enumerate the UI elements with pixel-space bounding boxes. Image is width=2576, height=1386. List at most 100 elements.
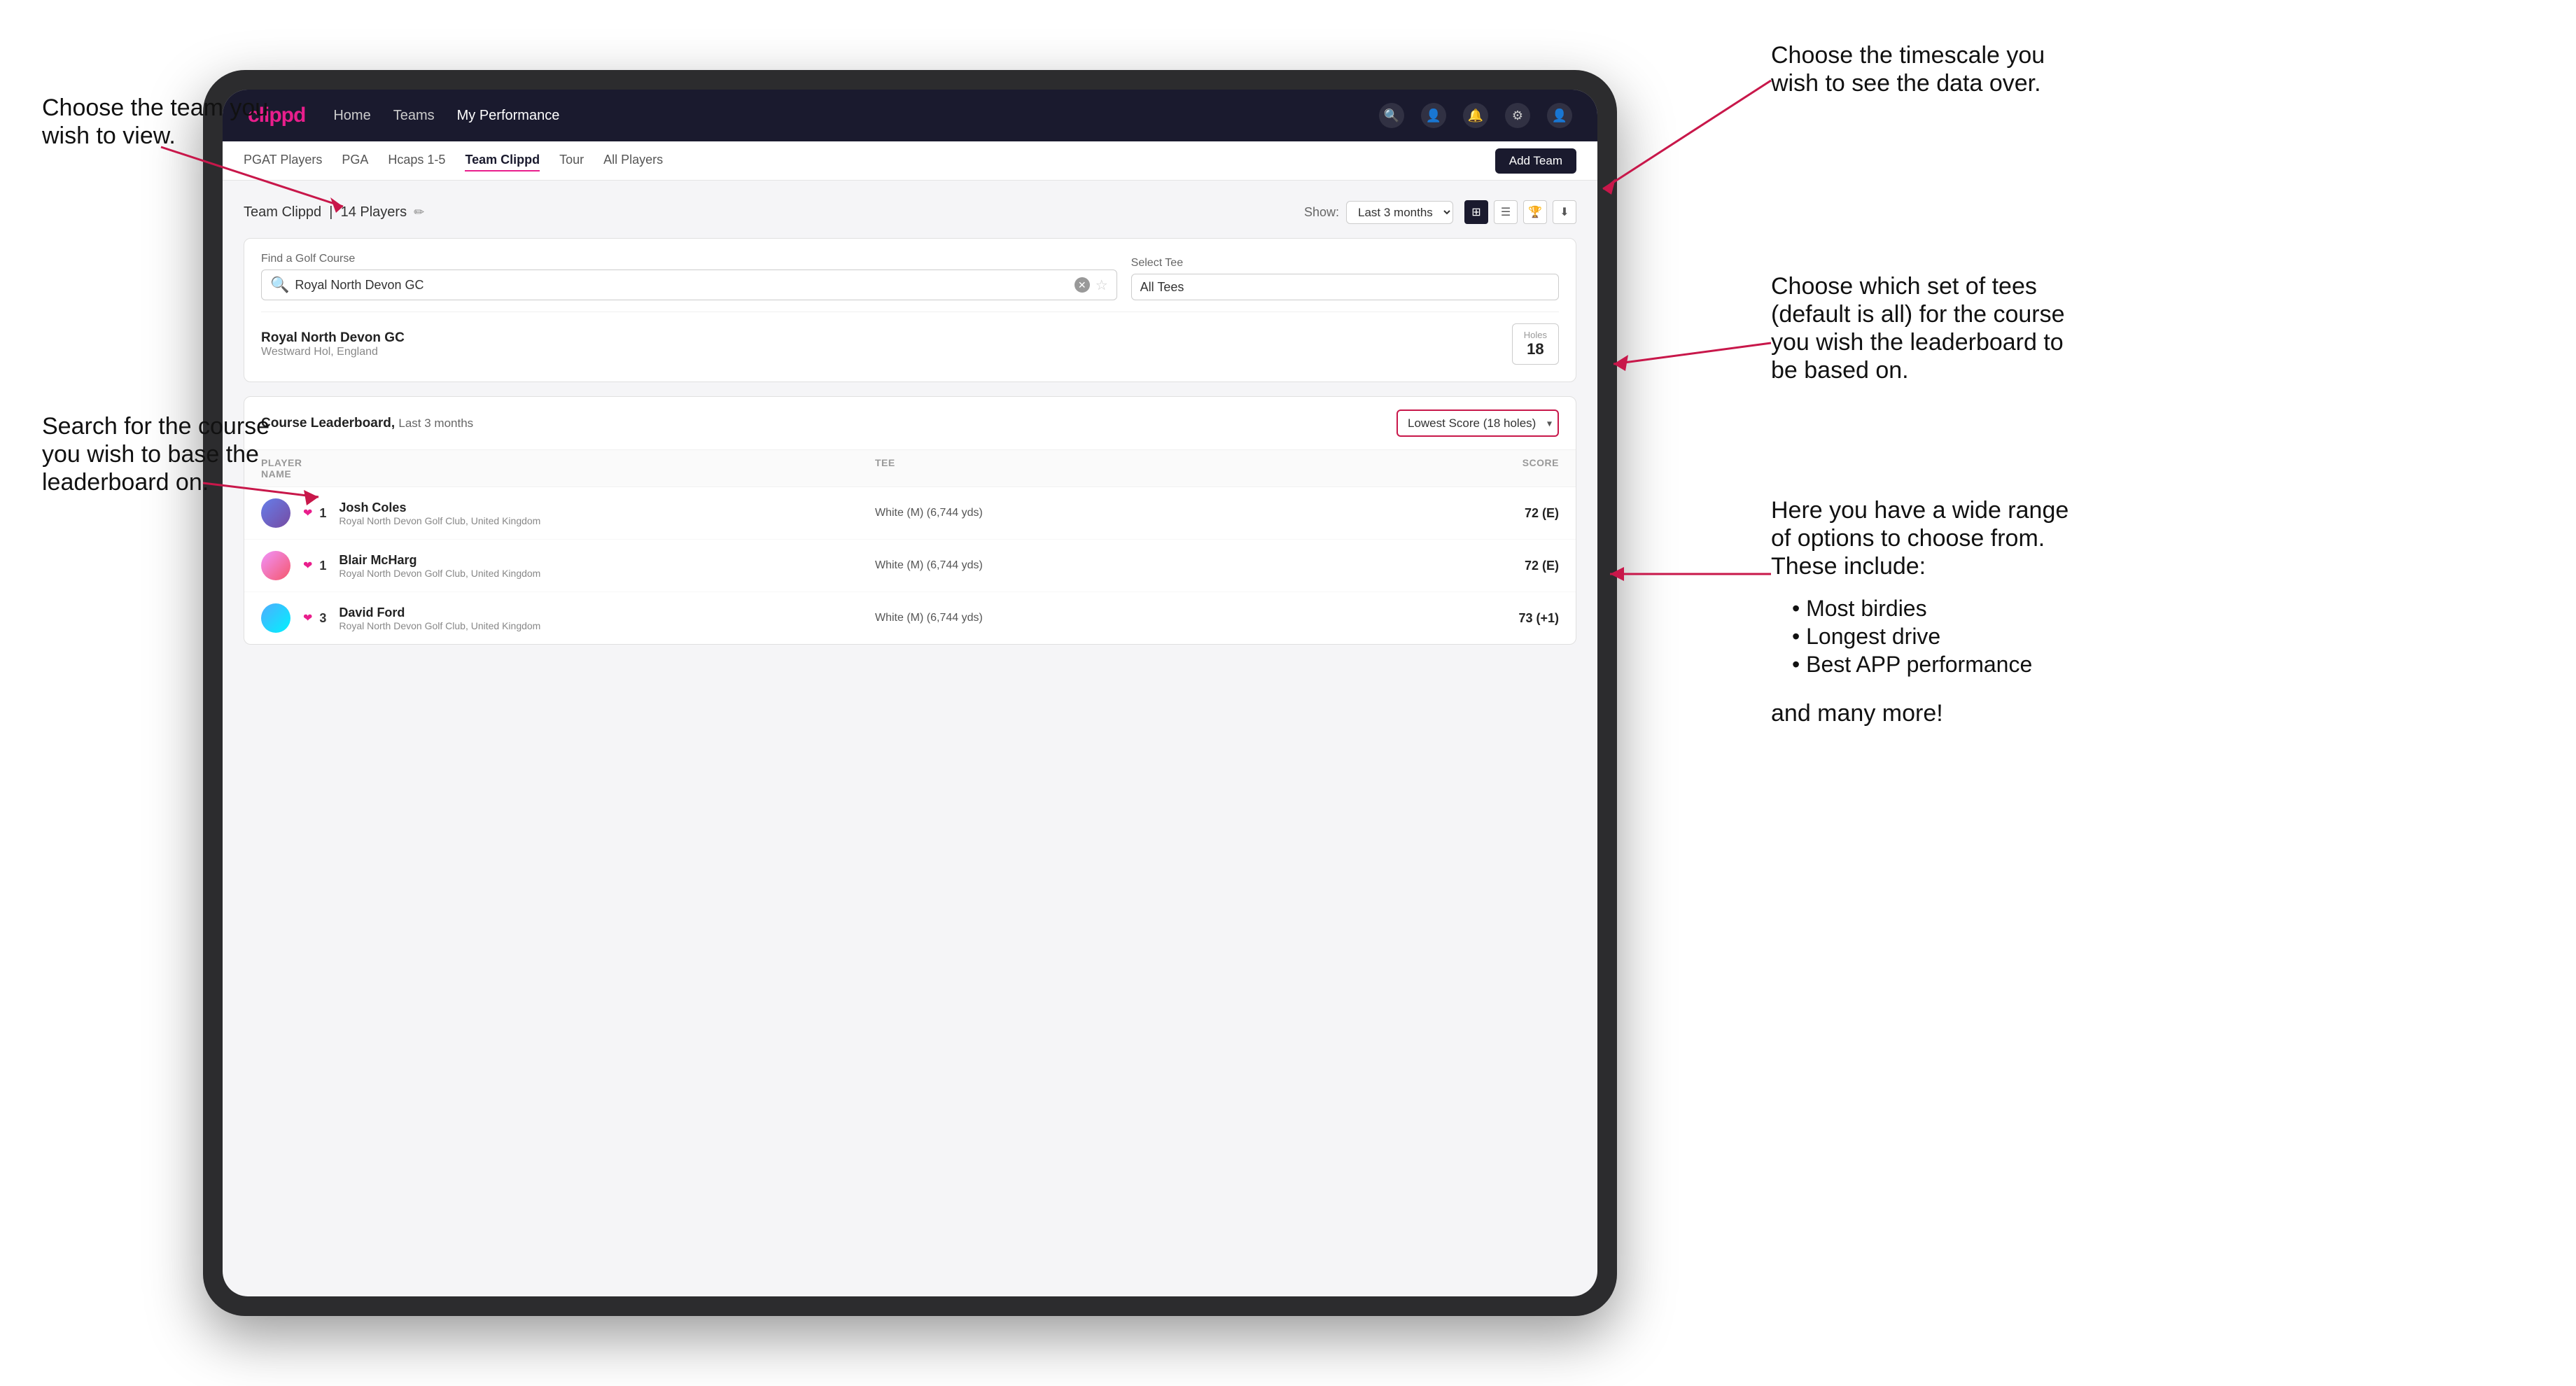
svg-text:of options to choose from.: of options to choose from. xyxy=(1771,525,2045,552)
rank-number-1: 1 xyxy=(319,506,326,521)
player-details-1: Josh Coles Royal North Devon Golf Club, … xyxy=(339,500,540,526)
table-row: ❤ 3 David Ford Royal North Devon Golf Cl… xyxy=(244,592,1576,644)
tee-col: Select Tee All Tees White (M) Yellow (M)… xyxy=(1131,257,1559,300)
player-rank-3 xyxy=(261,603,303,633)
score-type-select[interactable]: Lowest Score (18 holes) Most Birdies Lon… xyxy=(1396,410,1559,437)
ipad-frame: clippd Home Teams My Performance 🔍 👤 🔔 ⚙… xyxy=(203,70,1617,1316)
app-logo: clippd xyxy=(248,104,305,127)
find-course-label: Find a Golf Course xyxy=(261,253,1117,265)
app-container: clippd Home Teams My Performance 🔍 👤 🔔 ⚙… xyxy=(223,90,1597,1296)
team-title: Team Clippd | 14 Players xyxy=(244,204,407,220)
player-name-3: David Ford xyxy=(339,606,540,620)
show-period-select[interactable]: Last 3 months xyxy=(1346,201,1453,224)
svg-text:leaderboard on.: leaderboard on. xyxy=(42,469,209,496)
player-details-3: David Ford Royal North Devon Golf Club, … xyxy=(339,606,540,631)
search-icon[interactable]: 🔍 xyxy=(1379,103,1404,128)
holes-number: 18 xyxy=(1524,340,1547,358)
player-club-1: Royal North Devon Golf Club, United King… xyxy=(339,515,540,526)
player-heart-2: ❤ xyxy=(303,559,312,573)
subnav-pgat[interactable]: PGAT Players xyxy=(244,150,322,172)
subnav-pga[interactable]: PGA xyxy=(342,150,368,172)
rank-number-3: 3 xyxy=(319,611,326,626)
subnav-tour[interactable]: Tour xyxy=(559,150,584,172)
player-heart-3: ❤ xyxy=(303,611,312,625)
svg-text:and many more!: and many more! xyxy=(1771,700,1943,727)
rank-number-2: 1 xyxy=(319,559,326,573)
leaderboard-header: Course Leaderboard, Last 3 months Lowest… xyxy=(244,397,1576,450)
player-name-2: Blair McHarg xyxy=(339,553,540,568)
col-score: SCORE xyxy=(1447,457,1559,479)
main-content: Team Clippd | 14 Players ✏ Show: Last 3 … xyxy=(223,181,1597,1296)
holes-box: Holes 18 xyxy=(1512,323,1559,365)
avatar-3 xyxy=(261,603,290,633)
course-search-input[interactable] xyxy=(295,278,1068,293)
ipad-screen: clippd Home Teams My Performance 🔍 👤 🔔 ⚙… xyxy=(223,90,1597,1296)
find-course-col: Find a Golf Course 🔍 ✕ ☆ xyxy=(261,253,1117,300)
player-rank-1 xyxy=(261,498,303,528)
add-team-button[interactable]: Add Team xyxy=(1495,148,1576,174)
score-2: 72 (E) xyxy=(1447,559,1559,573)
player-name-1: Josh Coles xyxy=(339,500,540,515)
subnav-all-players[interactable]: All Players xyxy=(603,150,663,172)
view-icons: ⊞ ☰ 🏆 ⬇ xyxy=(1464,200,1576,224)
col-tee: TEE xyxy=(875,457,1447,479)
tee-select[interactable]: All Tees White (M) Yellow (M) Red (F) xyxy=(1131,274,1559,300)
score-3: 73 (+1) xyxy=(1447,611,1559,626)
score-1: 72 (E) xyxy=(1447,506,1559,521)
course-info: Royal North Devon GC Westward Hol, Engla… xyxy=(261,330,1512,358)
edit-icon[interactable]: ✏ xyxy=(414,205,424,220)
leaderboard-columns: PLAYER NAME TEE SCORE xyxy=(244,450,1576,487)
search-clear-button[interactable]: ✕ xyxy=(1074,277,1090,293)
tee-info-3: White (M) (6,744 yds) xyxy=(875,612,1447,624)
col-player-name-2 xyxy=(303,457,875,479)
svg-text:be based on.: be based on. xyxy=(1771,357,1909,384)
settings-icon[interactable]: ⚙ xyxy=(1505,103,1530,128)
svg-text:These include:: These include: xyxy=(1771,553,1926,580)
search-icon-inner: 🔍 xyxy=(270,276,289,294)
list-view-icon[interactable]: ☰ xyxy=(1494,200,1518,224)
svg-text:you wish the leaderboard to: you wish the leaderboard to xyxy=(1771,329,2064,356)
svg-text:Choose the timescale you: Choose the timescale you xyxy=(1771,42,2045,69)
nav-teams[interactable]: Teams xyxy=(393,108,435,124)
player-club-2: Royal North Devon Golf Club, United King… xyxy=(339,568,540,579)
top-nav: clippd Home Teams My Performance 🔍 👤 🔔 ⚙… xyxy=(223,90,1597,141)
avatar-1 xyxy=(261,498,290,528)
svg-text:wish to see the data over.: wish to see the data over. xyxy=(1770,70,2041,97)
player-rank-2 xyxy=(261,551,303,580)
course-location: Westward Hol, England xyxy=(261,346,1512,358)
search-row: Find a Golf Course 🔍 ✕ ☆ Select Tee xyxy=(261,253,1559,300)
svg-text:Here you have a wide range: Here you have a wide range xyxy=(1771,497,2068,524)
player-info-3: ❤ 3 David Ford Royal North Devon Golf Cl… xyxy=(303,606,875,631)
course-name: Royal North Devon GC xyxy=(261,330,1512,346)
subnav-hcaps[interactable]: Hcaps 1-5 xyxy=(388,150,445,172)
table-row: ❤ 1 Blair McHarg Royal North Devon Golf … xyxy=(244,540,1576,592)
avatar-icon[interactable]: 👤 xyxy=(1547,103,1572,128)
download-icon[interactable]: ⬇ xyxy=(1553,200,1576,224)
score-select-wrap: Lowest Score (18 holes) Most Birdies Lon… xyxy=(1396,410,1559,437)
notification-icon[interactable]: 🔔 xyxy=(1463,103,1488,128)
player-heart-1: ❤ xyxy=(303,506,312,520)
svg-text:• Longest drive: • Longest drive xyxy=(1792,624,1940,649)
search-star-icon[interactable]: ☆ xyxy=(1096,276,1108,294)
tee-info-2: White (M) (6,744 yds) xyxy=(875,559,1447,572)
table-row: ❤ 1 Josh Coles Royal North Devon Golf Cl… xyxy=(244,487,1576,540)
leaderboard-section: Course Leaderboard, Last 3 months Lowest… xyxy=(244,396,1576,645)
nav-icons: 🔍 👤 🔔 ⚙ 👤 xyxy=(1379,103,1572,128)
sub-nav: PGAT Players PGA Hcaps 1-5 Team Clippd T… xyxy=(223,141,1597,181)
svg-text:• Most birdies: • Most birdies xyxy=(1792,596,1927,621)
search-section: Find a Golf Course 🔍 ✕ ☆ Select Tee xyxy=(244,238,1576,382)
tee-info-1: White (M) (6,744 yds) xyxy=(875,507,1447,519)
user-icon[interactable]: 👤 xyxy=(1421,103,1446,128)
svg-text:wish to view.: wish to view. xyxy=(41,122,176,149)
holes-label: Holes xyxy=(1524,330,1547,340)
course-result: Royal North Devon GC Westward Hol, Engla… xyxy=(261,312,1559,368)
player-info-1: ❤ 1 Josh Coles Royal North Devon Golf Cl… xyxy=(303,500,875,526)
player-info-2: ❤ 1 Blair McHarg Royal North Devon Golf … xyxy=(303,553,875,579)
grid-view-icon[interactable]: ⊞ xyxy=(1464,200,1488,224)
subnav-team-clippd[interactable]: Team Clippd xyxy=(465,150,540,172)
avatar-2 xyxy=(261,551,290,580)
trophy-icon[interactable]: 🏆 xyxy=(1523,200,1547,224)
nav-my-performance[interactable]: My Performance xyxy=(457,108,560,124)
nav-home[interactable]: Home xyxy=(333,108,370,124)
leaderboard-title: Course Leaderboard, Last 3 months xyxy=(261,416,1396,431)
